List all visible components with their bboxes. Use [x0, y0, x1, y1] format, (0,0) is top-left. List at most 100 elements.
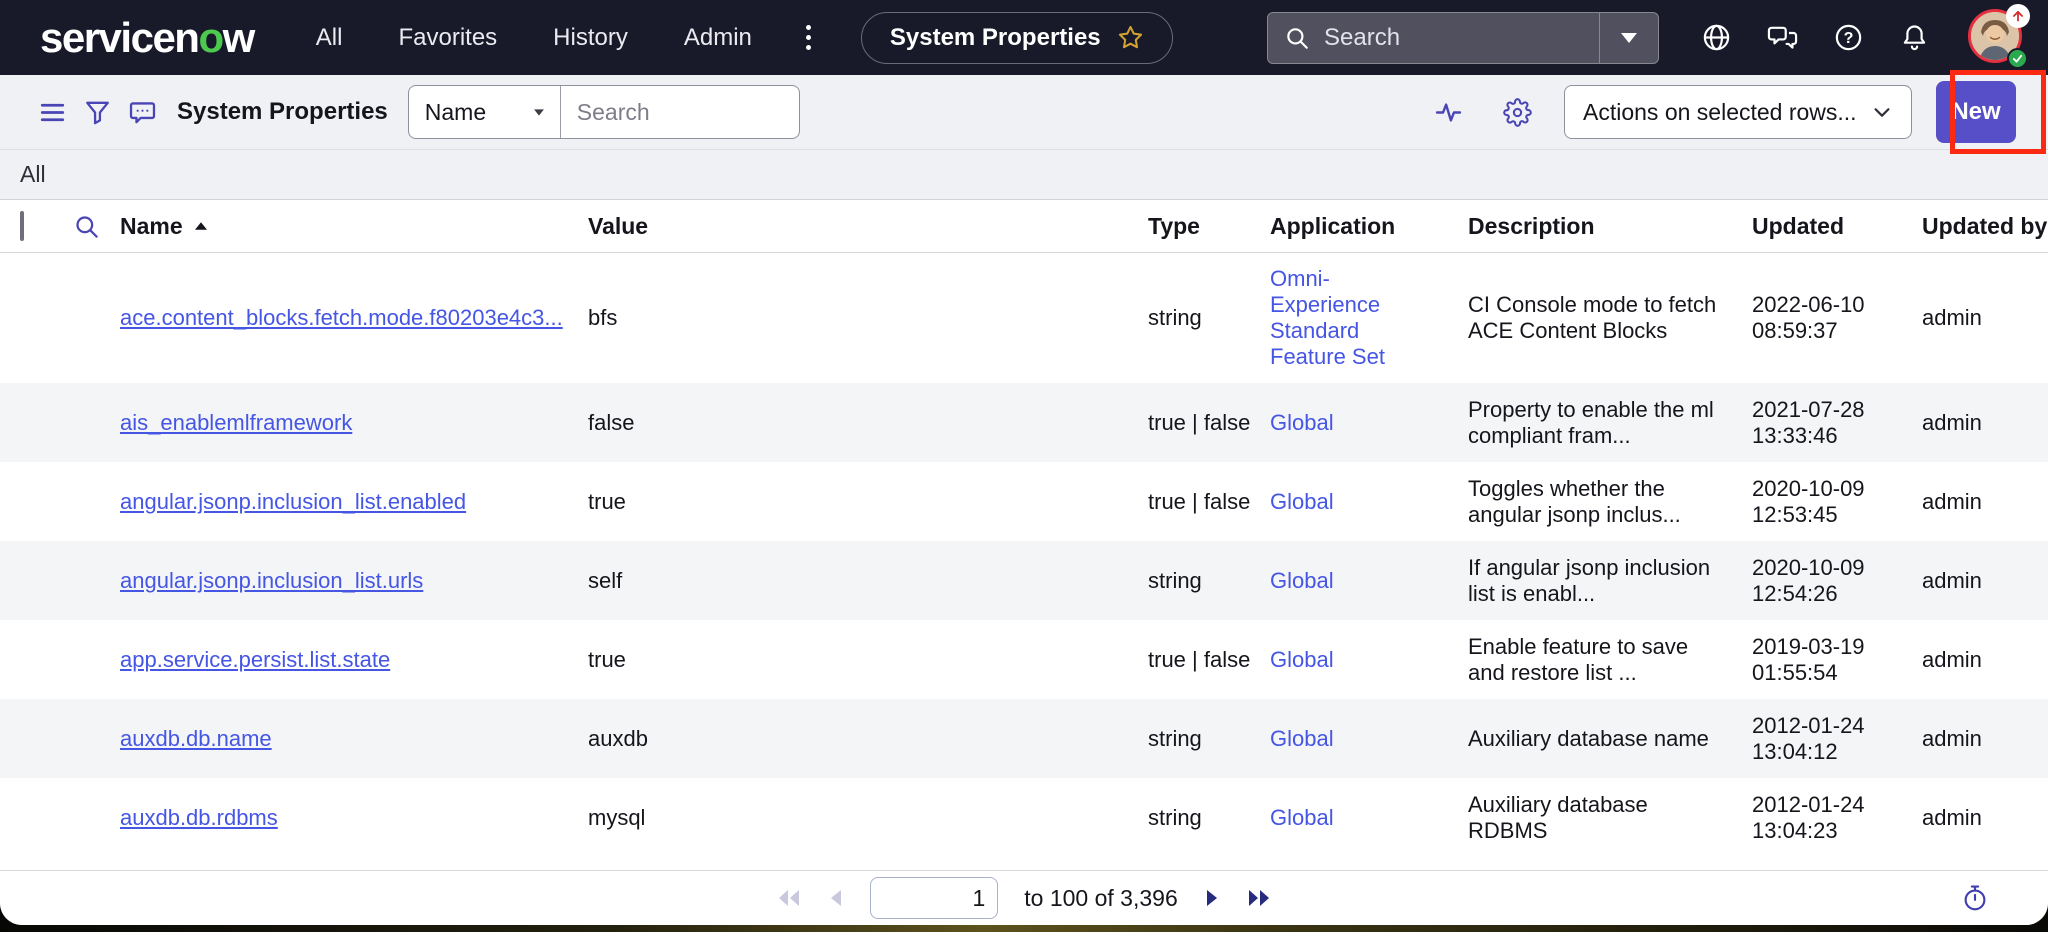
globe-icon[interactable] — [1701, 22, 1732, 53]
filter-icon[interactable] — [75, 90, 120, 135]
logo-text-end: w — [223, 14, 254, 61]
logo-green-o: o — [198, 14, 222, 61]
column-header-value[interactable]: Value — [588, 213, 1148, 240]
cell-type: string — [1148, 805, 1270, 831]
property-type: string — [1148, 568, 1202, 593]
select-all-checkbox[interactable] — [20, 211, 24, 241]
column-header-updated-by[interactable]: Updated by — [1922, 213, 2048, 240]
primary-nav: All Favorites History Admin — [316, 24, 752, 52]
page-number-input[interactable] — [870, 877, 998, 919]
column-header-type[interactable]: Type — [1148, 213, 1270, 240]
nav-item-history[interactable]: History — [553, 24, 628, 52]
comment-icon[interactable] — [120, 90, 165, 135]
last-page-icon[interactable] — [1246, 887, 1272, 909]
updated-by-user: admin — [1922, 647, 1982, 672]
property-name-link[interactable]: auxdb.db.name — [120, 726, 272, 751]
search-field-value: Name — [425, 99, 486, 126]
property-value: bfs — [588, 305, 617, 330]
property-description: If angular jsonp inclusion list is enabl… — [1468, 555, 1710, 606]
more-options-icon[interactable] — [800, 19, 817, 56]
property-value: self — [588, 568, 622, 593]
search-field-select[interactable]: Name — [409, 86, 561, 138]
application-link[interactable]: Global — [1270, 568, 1334, 593]
chat-icon[interactable] — [1767, 22, 1798, 53]
previous-page-icon[interactable] — [828, 887, 844, 909]
global-search-input[interactable] — [1324, 24, 1599, 52]
property-type: string — [1148, 805, 1202, 830]
application-link[interactable]: Global — [1270, 410, 1334, 435]
cell-updated: 2012-01-24 13:04:12 — [1752, 713, 1922, 765]
application-link[interactable]: Global — [1270, 726, 1334, 751]
property-description: Auxiliary database name — [1468, 726, 1709, 751]
cell-description: Property to enable the ml compliant fram… — [1468, 397, 1752, 449]
property-name-link[interactable]: app.service.persist.list.state — [120, 647, 390, 672]
application-link[interactable]: Global — [1270, 489, 1334, 514]
cell-application: Global — [1270, 805, 1468, 831]
context-pill-label: System Properties — [890, 24, 1101, 52]
list-search-input[interactable] — [561, 99, 799, 126]
nav-item-all[interactable]: All — [316, 24, 343, 52]
chevron-down-icon — [1871, 101, 1893, 123]
column-header-name[interactable]: Name — [112, 213, 588, 240]
property-name-link[interactable]: angular.jsonp.inclusion_list.urls — [120, 568, 423, 593]
first-page-icon[interactable] — [776, 887, 802, 909]
cell-name: ais_enablemlframework — [112, 410, 588, 436]
property-name-link[interactable]: ace.content_blocks.fetch.mode.f80203e4c3… — [120, 305, 563, 330]
response-time-icon[interactable] — [1960, 883, 1990, 913]
pagination-range-text: to 100 of 3,396 — [1024, 885, 1177, 912]
cell-updated: 2012-01-24 13:04:23 — [1752, 792, 1922, 844]
application-link[interactable]: Omni-Experience Standard Feature Set — [1270, 266, 1385, 369]
updated-timestamp: 2020-10-09 12:54:26 — [1752, 555, 1865, 606]
property-name-link[interactable]: ais_enablemlframework — [120, 410, 352, 435]
application-link[interactable]: Global — [1270, 805, 1334, 830]
avatar[interactable] — [1968, 9, 2026, 67]
svg-text:?: ? — [1844, 29, 1854, 47]
cell-application: Global — [1270, 410, 1468, 436]
application-link[interactable]: Global — [1270, 647, 1334, 672]
column-search-icon[interactable] — [60, 213, 112, 240]
cell-application: Global — [1270, 647, 1468, 673]
cell-type: true | false — [1148, 647, 1270, 673]
property-value: true — [588, 489, 626, 514]
column-header-description[interactable]: Description — [1468, 213, 1752, 240]
activity-icon[interactable] — [1426, 90, 1471, 135]
cell-updated: 2021-07-28 13:33:46 — [1752, 397, 1922, 449]
new-button[interactable]: New — [1936, 81, 2016, 143]
cell-updated-by: admin — [1922, 489, 2048, 515]
notifications-icon[interactable] — [1899, 22, 1930, 53]
property-type: string — [1148, 726, 1202, 751]
table-row: auxdb.db.name auxdb string Global Auxili… — [0, 699, 2048, 778]
cell-name: auxdb.db.rdbms — [112, 805, 588, 831]
cell-updated: 2020-10-09 12:54:26 — [1752, 555, 1922, 607]
search-scope-dropdown[interactable] — [1600, 13, 1658, 63]
help-icon[interactable]: ? — [1833, 22, 1864, 53]
property-type: true | false — [1148, 489, 1250, 514]
cell-updated-by: admin — [1922, 726, 2048, 752]
global-search[interactable] — [1267, 12, 1659, 64]
toolbar-right-group: Actions on selected rows... New — [1426, 81, 2028, 143]
property-name-link[interactable]: angular.jsonp.inclusion_list.enabled — [120, 489, 466, 514]
nav-item-favorites[interactable]: Favorites — [398, 24, 497, 52]
column-header-updated[interactable]: Updated — [1752, 213, 1922, 240]
next-page-icon[interactable] — [1204, 887, 1220, 909]
cell-updated: 2019-03-19 01:55:54 — [1752, 634, 1922, 686]
column-header-application[interactable]: Application — [1270, 213, 1468, 240]
breadcrumb[interactable]: All — [20, 161, 46, 188]
gear-icon[interactable] — [1495, 90, 1540, 135]
column-label: Updated — [1752, 213, 1844, 240]
property-value: true — [588, 647, 626, 672]
cell-value: true — [588, 489, 1148, 515]
cell-updated-by: admin — [1922, 647, 2048, 673]
property-description: CI Console mode to fetch ACE Content Blo… — [1468, 292, 1716, 343]
property-name-link[interactable]: auxdb.db.rdbms — [120, 805, 278, 830]
column-label: Type — [1148, 213, 1200, 240]
updated-by-user: admin — [1922, 568, 1982, 593]
nav-item-admin[interactable]: Admin — [684, 24, 752, 52]
favorite-star-icon[interactable] — [1117, 24, 1144, 51]
servicenow-logo[interactable]: servicenow — [40, 14, 254, 62]
sort-ascending-icon — [195, 222, 207, 230]
context-pill-system-properties[interactable]: System Properties — [861, 12, 1173, 64]
menu-icon[interactable] — [30, 90, 75, 135]
cell-name: auxdb.db.name — [112, 726, 588, 752]
actions-on-rows-select[interactable]: Actions on selected rows... — [1564, 85, 1912, 139]
